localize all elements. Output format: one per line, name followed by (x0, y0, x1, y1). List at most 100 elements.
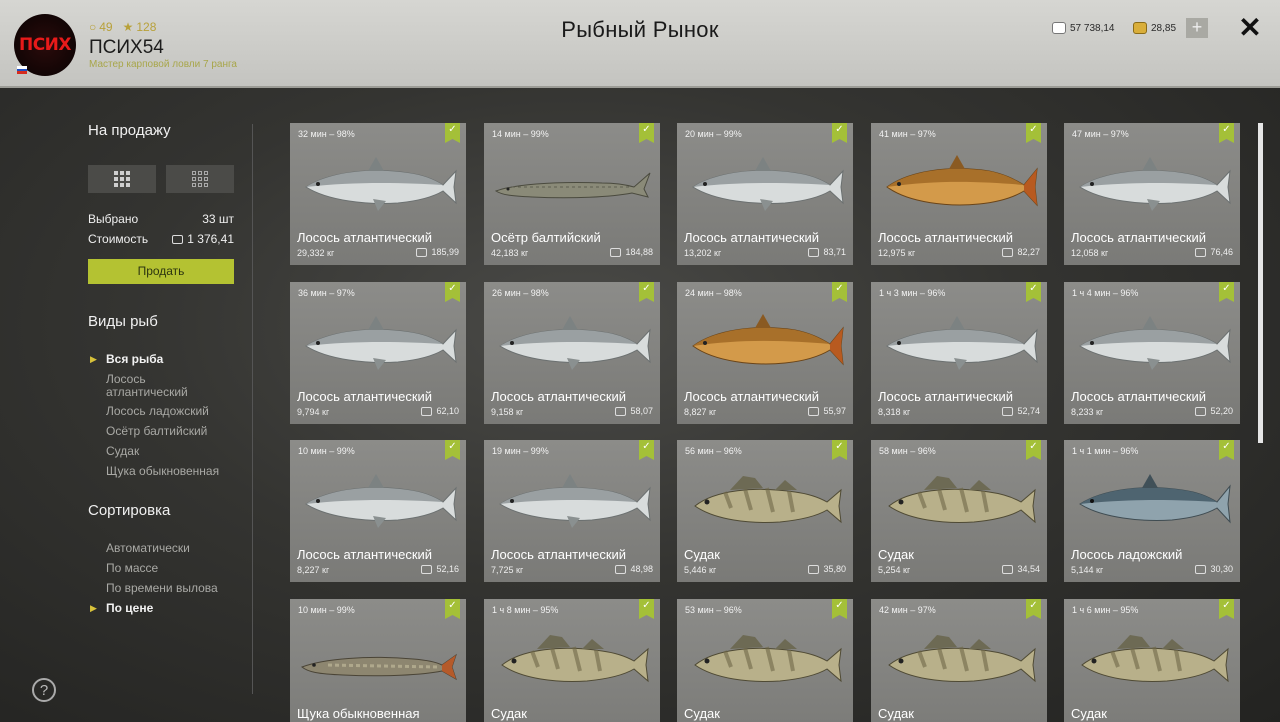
fish-card[interactable]: 1 ч 4 мин – 96% ✓ Лосось атлантический 8… (1064, 282, 1240, 424)
fish-price: 62,10 (421, 406, 459, 416)
fish-card[interactable]: 47 мин – 97% ✓ Лосось атлантический 12,0… (1064, 123, 1240, 265)
filter-atlantic-salmon[interactable]: Лосось атлантический (106, 373, 246, 399)
catch-time: 47 мин – 97% (1072, 129, 1129, 139)
catch-time: 36 мин – 97% (298, 288, 355, 298)
filter-zander[interactable]: Судак (106, 445, 246, 458)
fish-weight: 9,794 кг (297, 407, 330, 417)
salmon-fish-image (492, 468, 652, 538)
fish-weight: 12,058 кг (1071, 248, 1109, 258)
fish-card[interactable]: 1 ч 8 мин – 95% ✓ Судак (484, 599, 660, 722)
checkmark-icon[interactable]: ✓ (1026, 282, 1041, 302)
catch-time: 10 мин – 99% (298, 605, 355, 615)
fish-card[interactable]: 10 мин – 99% ✓ Щука обыкновенная (290, 599, 466, 722)
checkmark-icon[interactable]: ✓ (639, 123, 654, 143)
silver-coin-icon (1052, 22, 1066, 34)
zander-fish-image (879, 468, 1039, 538)
sell-button[interactable]: Продать (88, 259, 234, 284)
catch-time: 58 мин – 96% (879, 446, 936, 456)
close-button[interactable]: ✕ (1237, 14, 1263, 42)
fish-card[interactable]: 26 мин – 98% ✓ Лосось атлантический 9,15… (484, 282, 660, 424)
checkmark-icon[interactable]: ✓ (445, 282, 460, 302)
checkmark-icon[interactable]: ✓ (1219, 123, 1234, 143)
silver-coin-icon (172, 235, 184, 244)
checkmark-icon[interactable]: ✓ (832, 123, 847, 143)
catch-time: 1 ч 6 мин – 95% (1072, 605, 1139, 615)
filter-ladoga-salmon[interactable]: Лосось ладожский (106, 405, 246, 418)
filter-pike[interactable]: Щука обыкновенная (106, 465, 246, 478)
checkmark-icon[interactable]: ✓ (1026, 599, 1041, 619)
fish-price: 55,97 (808, 406, 846, 416)
large-grid-view-button[interactable] (88, 165, 156, 193)
small-grid-view-button[interactable] (166, 165, 234, 193)
fish-name: Лосось атлантический (297, 389, 433, 404)
fish-card[interactable]: 56 мин – 96% ✓ Судак 5,446 кг 35,80 (677, 440, 853, 582)
silver-coin-icon (421, 564, 433, 574)
silver-coin-icon (808, 406, 820, 416)
checkmark-icon[interactable]: ✓ (445, 599, 460, 619)
catch-time: 1 ч 8 мин – 95% (492, 605, 559, 615)
checkmark-icon[interactable]: ✓ (639, 599, 654, 619)
fish-card[interactable]: 24 мин – 98% ✓ Лосось атлантический 8,82… (677, 282, 853, 424)
cost-row: Стоимость 1 376,41 (88, 232, 234, 246)
fish-weight: 5,446 кг (684, 565, 717, 575)
fish-name: Лосось атлантический (684, 230, 820, 245)
selected-value: 33 шт (202, 212, 234, 226)
checkmark-icon[interactable]: ✓ (1219, 282, 1234, 302)
salmon-fish-image (298, 468, 458, 538)
fish-name: Судак (684, 706, 720, 721)
grid-outline-icon (192, 171, 208, 187)
fish-card[interactable]: 20 мин – 99% ✓ Лосось атлантический 13,2… (677, 123, 853, 265)
fish-name: Лосось ладожский (1071, 547, 1183, 562)
zander-fish-image (492, 627, 652, 697)
fish-card[interactable]: 1 ч 1 мин – 96% ✓ Лосось ладожский 5,144… (1064, 440, 1240, 582)
russia-flag-icon (17, 66, 27, 75)
fish-card[interactable]: 42 мин – 97% ✓ Судак (871, 599, 1047, 722)
salmon-fish-image (879, 310, 1039, 380)
sort-by-catch-time[interactable]: По времени вылова (106, 582, 246, 595)
sort-by-weight[interactable]: По массе (106, 562, 246, 575)
catch-time: 1 ч 3 мин – 96% (879, 288, 946, 298)
salmon-fish-image (685, 151, 845, 221)
fish-name: Щука обыкновенная (297, 706, 420, 721)
checkmark-icon[interactable]: ✓ (639, 440, 654, 460)
fish-card[interactable]: 10 мин – 99% ✓ Лосось атлантический 8,22… (290, 440, 466, 582)
gold-balance: 28,85 (1133, 18, 1176, 38)
sort-auto[interactable]: Автоматически (106, 542, 246, 555)
checkmark-icon[interactable]: ✓ (832, 440, 847, 460)
filter-all-fish[interactable]: Вся рыба (106, 353, 246, 366)
checkmark-icon[interactable]: ✓ (1219, 599, 1234, 619)
fish-card[interactable]: 41 мин – 97% ✓ Лосось атлантический 12,9… (871, 123, 1047, 265)
catch-time: 10 мин – 99% (298, 446, 355, 456)
checkmark-icon[interactable]: ✓ (832, 282, 847, 302)
checkmark-icon[interactable]: ✓ (445, 440, 460, 460)
fish-card[interactable]: 1 ч 3 мин – 96% ✓ Лосось атлантический 8… (871, 282, 1047, 424)
fish-card[interactable]: 1 ч 6 мин – 95% ✓ Судак (1064, 599, 1240, 722)
fish-weight: 7,725 кг (491, 565, 524, 575)
fish-card[interactable]: 36 мин – 97% ✓ Лосось атлантический 9,79… (290, 282, 466, 424)
fish-price: 52,16 (421, 564, 459, 574)
checkmark-icon[interactable]: ✓ (1026, 123, 1041, 143)
sort-heading: Сортировка (88, 502, 171, 519)
checkmark-icon[interactable]: ✓ (1219, 440, 1234, 460)
filter-baltic-sturgeon[interactable]: Осётр балтийский (106, 425, 246, 438)
checkmark-icon[interactable]: ✓ (1026, 440, 1041, 460)
fish-weight: 8,827 кг (684, 407, 717, 417)
add-gold-button[interactable]: + (1186, 18, 1208, 38)
checkmark-icon[interactable]: ✓ (445, 123, 460, 143)
fish-name: Лосось атлантический (878, 230, 1014, 245)
zander-fish-image (879, 627, 1039, 697)
scrollbar[interactable] (1258, 123, 1263, 443)
fish-card[interactable]: 14 мин – 99% ✓ Осётр балтийский 42,183 к… (484, 123, 660, 265)
fish-name: Осётр балтийский (491, 230, 601, 245)
play-icon: ▶ (90, 603, 97, 613)
checkmark-icon[interactable]: ✓ (639, 282, 654, 302)
help-button[interactable]: ? (32, 678, 56, 702)
checkmark-icon[interactable]: ✓ (832, 599, 847, 619)
fish-card[interactable]: 19 мин – 99% ✓ Лосось атлантический 7,72… (484, 440, 660, 582)
fish-card[interactable]: 32 мин – 98% ✓ Лосось атлантический 29,3… (290, 123, 466, 265)
fish-card[interactable]: 58 мин – 96% ✓ Судак 5,254 кг 34,54 (871, 440, 1047, 582)
sort-by-price[interactable]: По цене (106, 602, 246, 615)
fish-grid: 32 мин – 98% ✓ Лосось атлантический 29,3… (290, 123, 1242, 722)
cost-value: 1 376,41 (172, 232, 234, 246)
fish-card[interactable]: 53 мин – 96% ✓ Судак (677, 599, 853, 722)
